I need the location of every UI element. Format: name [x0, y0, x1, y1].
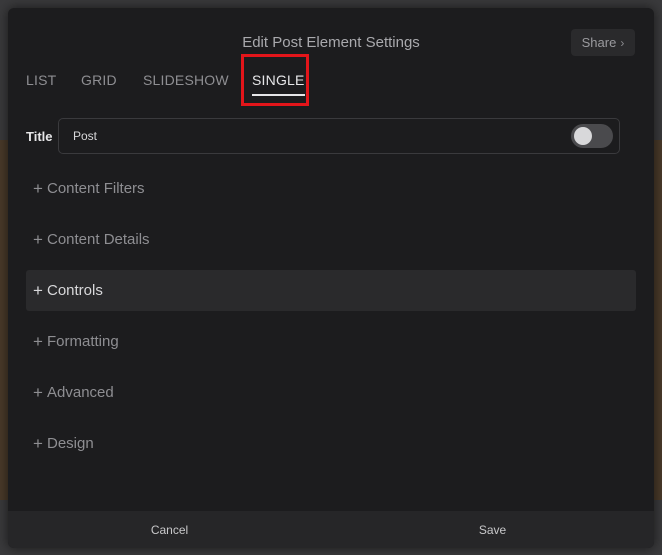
- plus-icon: +: [33, 280, 43, 300]
- section-label: Controls: [47, 282, 103, 299]
- section-label: Advanced: [47, 384, 114, 401]
- tab-grid-label: GRID: [81, 72, 117, 88]
- section-label: Formatting: [47, 333, 119, 350]
- section-formatting[interactable]: + Formatting: [26, 321, 636, 362]
- chevron-right-icon: ›: [620, 35, 625, 50]
- section-advanced[interactable]: + Advanced: [26, 372, 636, 413]
- tab-list-label: LIST: [26, 72, 57, 88]
- section-content-details[interactable]: + Content Details: [26, 219, 636, 260]
- cancel-button[interactable]: Cancel: [8, 511, 331, 548]
- backdrop-strip-right: [654, 140, 662, 500]
- title-field: [58, 118, 620, 154]
- settings-modal: Edit Post Element Settings Share › LIST …: [8, 8, 654, 548]
- save-button[interactable]: Save: [331, 511, 654, 548]
- section-design[interactable]: + Design: [26, 423, 636, 464]
- highlight-annotation-box: [241, 54, 309, 106]
- plus-icon: +: [33, 382, 43, 402]
- section-controls[interactable]: + Controls: [26, 270, 636, 311]
- share-label: Share: [581, 35, 617, 50]
- tab-grid[interactable]: GRID: [81, 72, 117, 88]
- section-label: Content Details: [47, 231, 150, 248]
- section-label: Design: [47, 435, 94, 452]
- title-input[interactable]: [73, 128, 523, 144]
- tab-slideshow-label: SLIDESHOW: [143, 72, 229, 88]
- title-label: Title: [26, 129, 53, 144]
- modal-footer: Cancel Save: [8, 511, 654, 548]
- share-button[interactable]: Share ›: [571, 29, 635, 56]
- backdrop-strip-left: [0, 140, 8, 500]
- toggle-knob: [574, 127, 592, 145]
- section-label: Content Filters: [47, 180, 145, 197]
- plus-icon: +: [33, 433, 43, 453]
- tab-slideshow[interactable]: SLIDESHOW: [143, 72, 229, 88]
- tab-list[interactable]: LIST: [26, 72, 56, 88]
- plus-icon: +: [33, 331, 43, 351]
- plus-icon: +: [33, 229, 43, 249]
- modal-title: Edit Post Element Settings: [242, 34, 420, 51]
- settings-sections: + Content Filters + Content Details + Co…: [26, 168, 636, 474]
- title-visibility-toggle[interactable]: [571, 124, 613, 148]
- plus-icon: +: [33, 178, 43, 198]
- section-content-filters[interactable]: + Content Filters: [26, 168, 636, 209]
